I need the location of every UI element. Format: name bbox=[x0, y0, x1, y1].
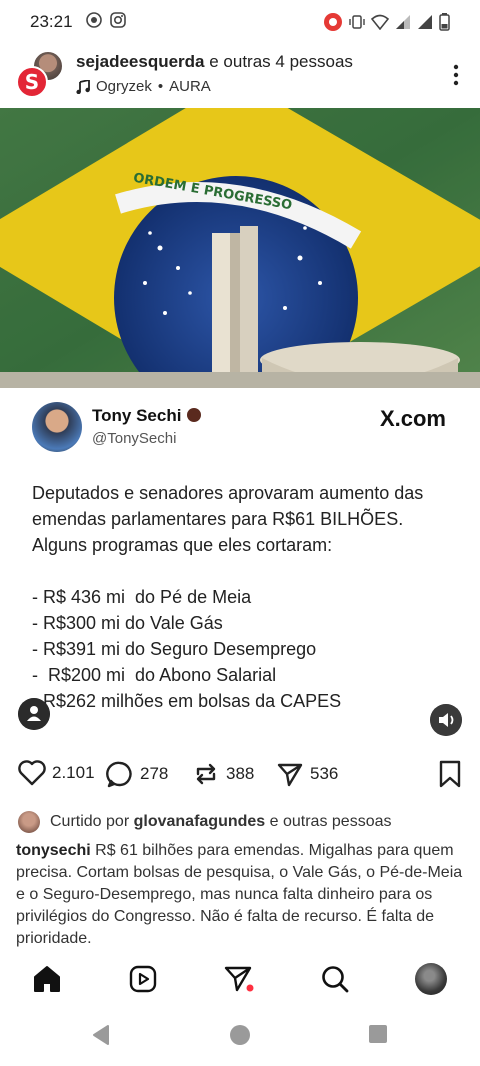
tweet-line: - R$391 mi do Seguro Desemprego bbox=[32, 639, 317, 659]
profile-avatar bbox=[415, 963, 447, 995]
tweet-card: Tony Sechi @TonySechi X.com Deputados e … bbox=[0, 388, 480, 748]
post-author-line[interactable]: sejadeesquerda e outras 4 pessoas bbox=[76, 52, 353, 72]
notification-icon bbox=[86, 12, 102, 28]
vibrate-icon bbox=[349, 15, 365, 29]
nav-reels[interactable] bbox=[126, 962, 160, 996]
liked-by-avatar bbox=[18, 811, 40, 833]
post-collab-text: e outras 4 pessoas bbox=[209, 52, 353, 71]
reels-icon bbox=[129, 965, 157, 993]
status-left-icons bbox=[86, 12, 126, 28]
comment-count: 278 bbox=[140, 764, 169, 783]
tweet-line: - R$300 mi do Vale Gás bbox=[32, 613, 223, 633]
tweet-name-text: Tony Sechi bbox=[92, 406, 182, 425]
instagram-icon bbox=[110, 12, 126, 28]
coconut-emoji-icon bbox=[187, 408, 202, 422]
bookmark-icon[interactable] bbox=[438, 760, 462, 788]
home-circle-icon[interactable] bbox=[229, 1024, 251, 1046]
comment-icon bbox=[106, 761, 132, 788]
post-caption[interactable]: tonysechi R$ 61 bilhões para emendas. Mi… bbox=[16, 840, 466, 950]
music-title: AURA bbox=[169, 78, 211, 95]
wifi-icon bbox=[371, 14, 389, 30]
tweet-line: Alguns programas que eles cortaram: bbox=[32, 535, 333, 555]
send-icon bbox=[224, 966, 254, 992]
system-navigation bbox=[0, 1008, 480, 1066]
nav-messages[interactable] bbox=[222, 962, 256, 996]
brazil-flag-image: ORDEM E PROGRESSO bbox=[0, 108, 480, 388]
share-count: 536 bbox=[310, 764, 339, 783]
tweet-text: Deputados e senadores aprovaram aumento … bbox=[32, 480, 472, 714]
liked-by-suffix: e outras pessoas bbox=[269, 813, 392, 830]
repost-count: 388 bbox=[226, 764, 255, 783]
post-media[interactable]: ORDEM E PROGRESSO Tony Sechi @TonySechi … bbox=[0, 108, 480, 748]
tweet-line: - R$262 milhões em bolsas da CAPES bbox=[32, 691, 342, 711]
tweet-handle: @TonySechi bbox=[92, 430, 177, 447]
heart-icon bbox=[18, 760, 46, 786]
status-right-icons bbox=[323, 12, 450, 32]
repost-icon bbox=[196, 763, 216, 785]
tweet-line: Deputados e senadores aprovaram aumento … bbox=[32, 483, 424, 503]
nav-profile[interactable] bbox=[414, 962, 448, 996]
record-icon bbox=[324, 13, 342, 31]
tweet-line: - R$200 mi do Abono Salarial bbox=[32, 665, 277, 685]
comment-button[interactable]: 278 bbox=[106, 760, 168, 788]
share-button[interactable]: 536 bbox=[276, 760, 338, 788]
tweet-avatar bbox=[32, 402, 82, 452]
signal-icon bbox=[418, 15, 432, 29]
nav-search[interactable] bbox=[318, 962, 352, 996]
x-com-label: X.com bbox=[379, 406, 446, 431]
user-tag-icon[interactable] bbox=[18, 698, 50, 730]
liked-by[interactable]: Curtido por glovanafagundes e outras pes… bbox=[18, 808, 468, 836]
caption-user[interactable]: tonysechi bbox=[16, 842, 91, 859]
like-button[interactable]: 2.101 bbox=[18, 760, 95, 786]
search-icon bbox=[322, 966, 349, 993]
music-note-icon bbox=[76, 79, 90, 94]
music-separator: • bbox=[157, 78, 164, 95]
send-icon bbox=[277, 763, 303, 787]
like-count: 2.101 bbox=[52, 763, 95, 782]
post-header: S sejadeesquerda e outras 4 pessoas Ogry… bbox=[0, 46, 480, 102]
status-bar: 23:21 bbox=[0, 0, 480, 44]
back-icon[interactable] bbox=[90, 1024, 112, 1046]
liked-by-user[interactable]: glovanafagundes bbox=[134, 813, 266, 830]
tweet-line: emendas parlamentares para R$61 BILHÕES. bbox=[32, 509, 404, 529]
repost-button[interactable]: 388 bbox=[192, 760, 254, 788]
recents-icon[interactable] bbox=[368, 1024, 388, 1044]
tweet-line-spacer bbox=[32, 558, 472, 584]
tweet-line: - R$ 436 mi do Pé de Meia bbox=[32, 587, 252, 607]
nav-home[interactable] bbox=[30, 962, 64, 996]
post-actions: 2.101 278 388 536 bbox=[0, 756, 480, 796]
home-icon bbox=[34, 966, 60, 992]
author-avatars[interactable]: S bbox=[14, 50, 66, 102]
bottom-navigation bbox=[0, 950, 480, 1008]
sound-icon[interactable] bbox=[430, 704, 462, 736]
post-music[interactable]: Ogryzek • AURA bbox=[76, 78, 211, 95]
battery-icon bbox=[439, 13, 450, 31]
author-avatar: S bbox=[16, 66, 48, 98]
more-options-icon[interactable] bbox=[452, 64, 460, 86]
signal-icon bbox=[396, 15, 410, 29]
post-author[interactable]: sejadeesquerda bbox=[76, 52, 205, 71]
tweet-name: Tony Sechi bbox=[92, 406, 202, 426]
music-artist: Ogryzek bbox=[96, 78, 152, 95]
liked-by-prefix: Curtido por bbox=[50, 813, 130, 830]
status-time: 23:21 bbox=[30, 12, 73, 31]
